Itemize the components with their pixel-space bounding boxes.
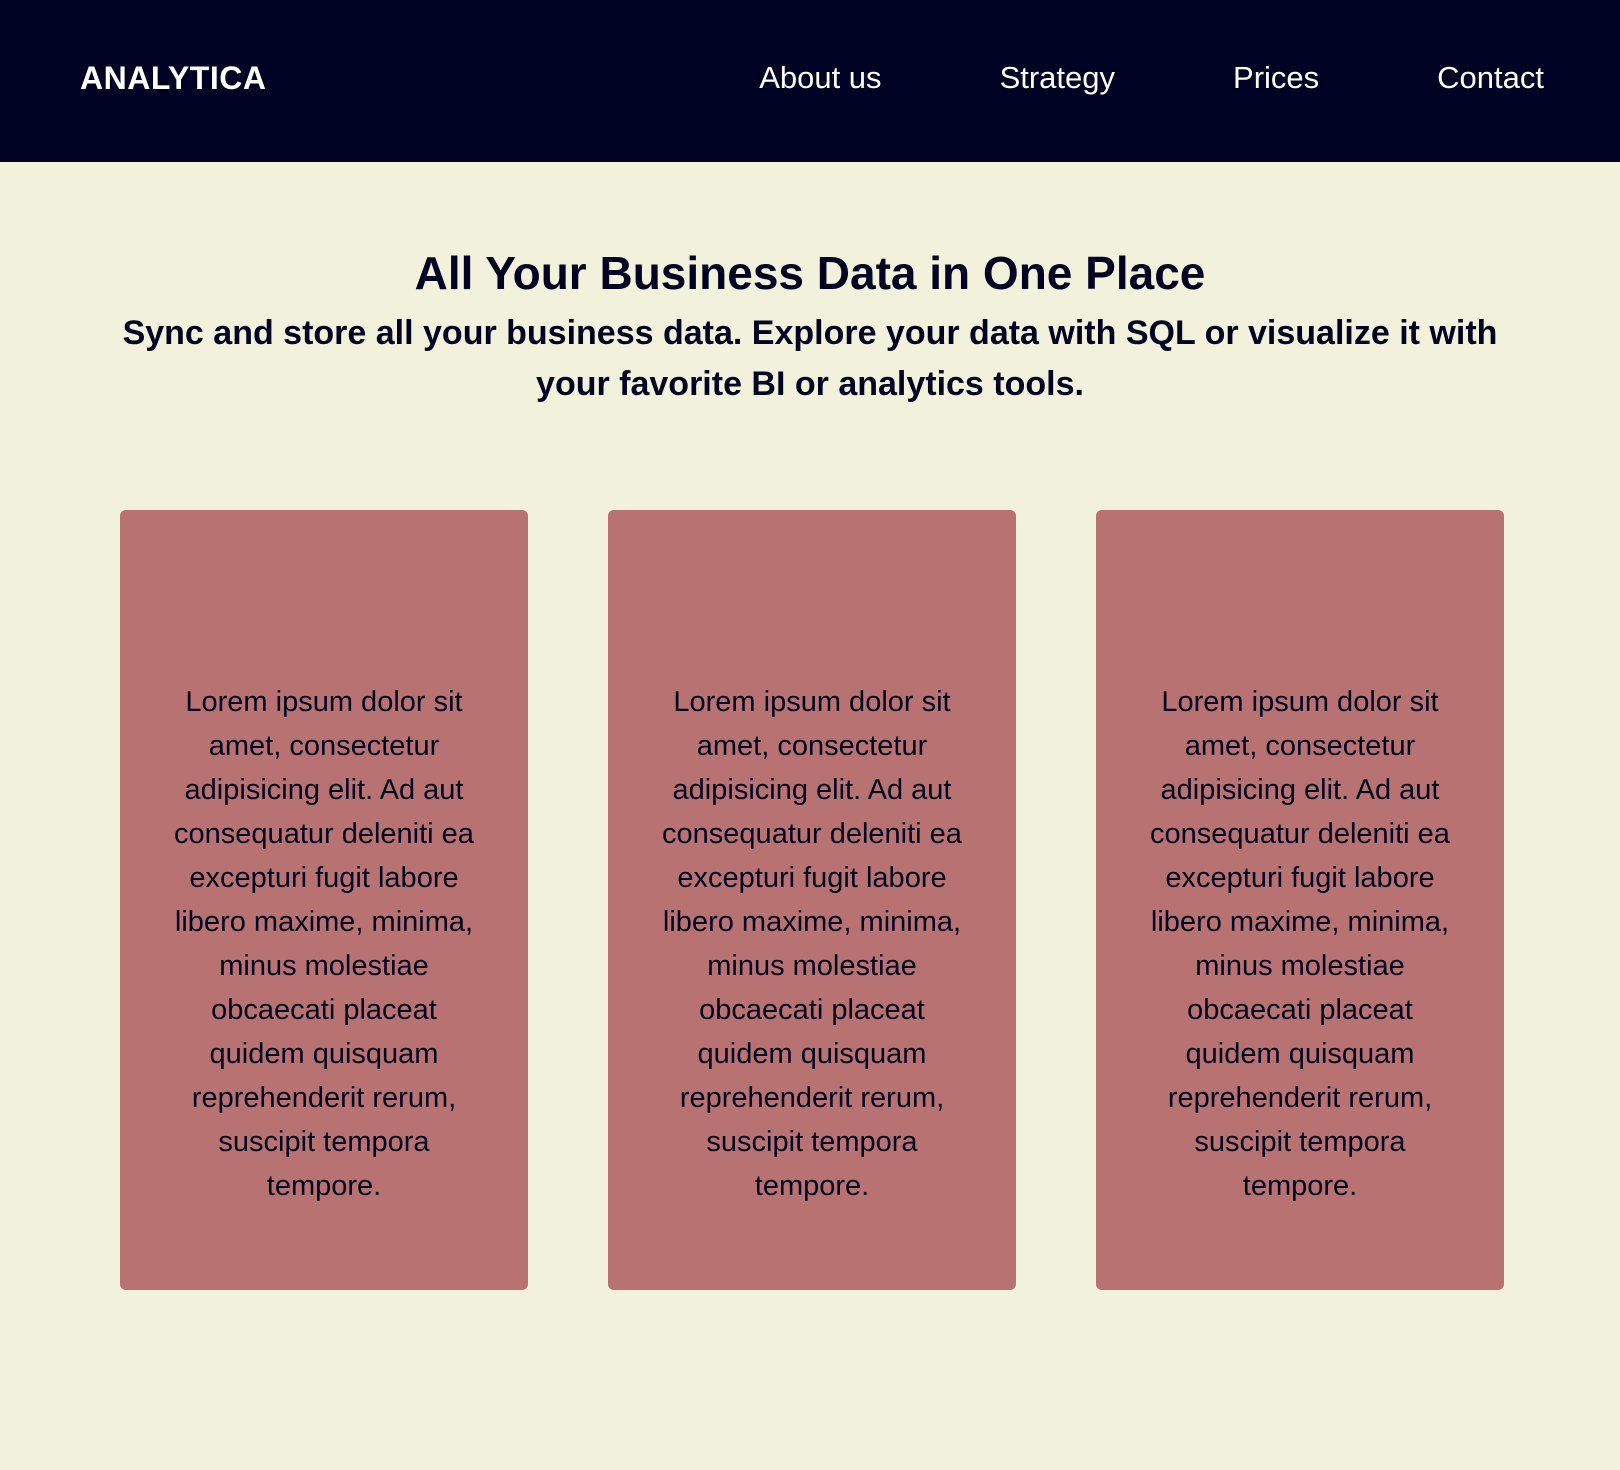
feature-card-text: Lorem ipsum dolor sit amet, consectetur … — [662, 686, 962, 1202]
feature-card: Lorem ipsum dolor sit amet, consectetur … — [1096, 510, 1504, 1290]
hero-title: All Your Business Data in One Place — [414, 247, 1206, 299]
hero-subtitle: Sync and store all your business data. E… — [122, 314, 1498, 403]
feature-card: Lorem ipsum dolor sit amet, consectetur … — [608, 510, 1016, 1290]
main-nav: About us Strategy Prices Contact — [759, 56, 1544, 100]
feature-card: Lorem ipsum dolor sit amet, consectetur … — [120, 510, 528, 1290]
site-header: ANALYTICA About us Strategy Prices Conta… — [0, 0, 1620, 162]
feature-card-text: Lorem ipsum dolor sit amet, consectetur … — [1150, 686, 1450, 1202]
feature-cards: Lorem ipsum dolor sit amet, consectetur … — [120, 510, 1504, 1290]
feature-card-text: Lorem ipsum dolor sit amet, consectetur … — [174, 686, 474, 1202]
brand-logo[interactable]: ANALYTICA — [80, 56, 266, 100]
hero-section: All Your Business Data in One Place Sync… — [0, 244, 1620, 410]
nav-link-contact[interactable]: Contact — [1437, 56, 1544, 100]
nav-link-strategy[interactable]: Strategy — [1000, 56, 1115, 100]
nav-link-prices[interactable]: Prices — [1233, 56, 1319, 100]
nav-link-about-us[interactable]: About us — [759, 56, 881, 100]
